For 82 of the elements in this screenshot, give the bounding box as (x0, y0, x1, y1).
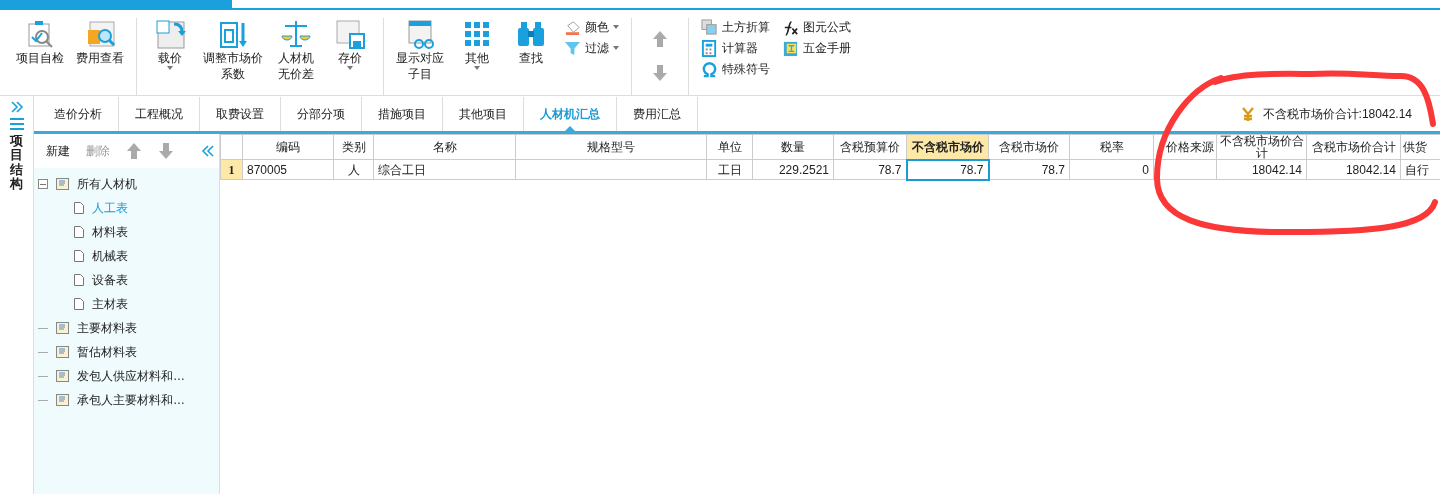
omega-icon (701, 60, 718, 78)
tab[interactable]: 其他项目 (443, 97, 524, 131)
tree-item[interactable]: 材料表 (92, 223, 128, 241)
expand-icon[interactable] (9, 100, 24, 114)
ribbon-button[interactable]: 显示对应 子目 (392, 18, 448, 95)
yen-icon (1240, 106, 1255, 122)
list-folder-icon (56, 394, 69, 406)
ribbon-button[interactable]: 费用查看 (72, 18, 128, 95)
table-cell: 78.7 (988, 159, 1070, 180)
tree-item[interactable]: 主要材料表 (77, 319, 137, 337)
ribbon-button[interactable]: 查找 (506, 18, 556, 95)
list-folder-icon (56, 346, 69, 358)
floppy-icon (334, 18, 366, 50)
table-cell: 综合工日 (373, 159, 516, 180)
tree-item[interactable]: 承包人主要材料和… (77, 391, 185, 409)
ribbon-button[interactable]: 过滤 (564, 39, 619, 57)
column-header[interactable]: 含税预算价 (833, 134, 907, 160)
document-icon (74, 274, 84, 286)
tab[interactable]: 造价分析 (38, 97, 119, 131)
document-icon (74, 226, 84, 238)
ribbon-button[interactable]: 项目自检 (12, 18, 68, 95)
ribbon-button[interactable]: 土方折算 (701, 18, 770, 36)
table-cell: 18042.14 (1216, 159, 1307, 180)
column-header[interactable]: 名称 (373, 134, 516, 160)
column-header[interactable]: 不含税市场价 (906, 134, 989, 160)
tab[interactable]: 工程概况 (119, 97, 200, 131)
ribbon-button[interactable]: 人材机 无价差 (271, 18, 321, 95)
tree-item[interactable]: 机械表 (92, 247, 128, 265)
table-cell: 工日 (706, 159, 753, 180)
calculator-icon (701, 39, 718, 57)
column-header[interactable]: 数量 (752, 134, 834, 160)
squares-icon (701, 18, 718, 36)
function-icon (782, 18, 799, 36)
table-cell: 78.7 (906, 159, 989, 180)
ribbon-button[interactable]: 载价 (145, 18, 195, 95)
collapse-toggle[interactable] (38, 179, 48, 189)
summary-text: 不含税市场价合计:18042.14 (1262, 106, 1412, 123)
tree-item[interactable]: 所有人材机 (77, 175, 137, 193)
filter-icon (564, 39, 581, 57)
ribbon-button[interactable]: 计算器 (701, 39, 770, 57)
toolbar-button[interactable]: 新建 (46, 142, 70, 160)
table-cell: 870005 (242, 159, 334, 180)
table-cell: 0 (1069, 159, 1154, 180)
ribbon-button[interactable]: 其他 (452, 18, 502, 95)
ribbon-button[interactable]: 存价 (325, 18, 375, 95)
tab[interactable]: 费用汇总 (617, 97, 698, 131)
menu-icon[interactable] (9, 118, 24, 130)
column-header[interactable]: 编码 (242, 134, 334, 160)
ribbon-button[interactable]: 特殊符号 (701, 60, 770, 78)
column-header[interactable]: 不含税市场价合计 (1216, 134, 1307, 160)
tree-item[interactable]: 主材表 (92, 295, 128, 313)
tree-item[interactable]: 设备表 (92, 271, 128, 289)
column-header[interactable]: 规格型号 (515, 134, 707, 160)
ribbon-button[interactable]: 五金手册 (782, 39, 851, 57)
ribbon-button[interactable]: 调整市场价 系数 (199, 18, 267, 95)
column-header[interactable]: 单位 (706, 134, 753, 160)
panel-title: 项目结构 (10, 134, 23, 192)
collapse-icon[interactable] (201, 144, 215, 158)
tab[interactable]: 取费设置 (200, 97, 281, 131)
tree-item[interactable]: 发包人供应材料和… (77, 367, 185, 385)
column-header[interactable]: 税率 (1069, 134, 1154, 160)
column-header[interactable]: 类别 (333, 134, 374, 160)
row-number: 1 (220, 159, 243, 180)
ribbon-button[interactable]: 图元公式 (782, 18, 851, 36)
document-icon (74, 250, 84, 262)
tab[interactable]: 分部分项 (281, 97, 362, 131)
column-header[interactable]: 含税市场价合计 (1306, 134, 1401, 160)
scales-icon (280, 18, 312, 50)
column-header[interactable]: 供货 (1400, 134, 1440, 160)
document-icon (74, 202, 84, 214)
table-cell: 人 (333, 159, 374, 180)
list-folder-icon (56, 178, 69, 190)
table-cell: 229.2521 (752, 159, 834, 180)
list-folder-icon (56, 322, 69, 334)
book-icon (782, 39, 799, 57)
column-header[interactable]: 含税市场价 (988, 134, 1070, 160)
ribbon-button[interactable]: 颜色 (564, 18, 619, 36)
table-cell: 18042.14 (1306, 159, 1401, 180)
tree-item[interactable]: 暂估材料表 (77, 343, 137, 361)
document-icon (74, 298, 84, 310)
tab[interactable]: 措施项目 (362, 97, 443, 131)
list-folder-icon (56, 370, 69, 382)
